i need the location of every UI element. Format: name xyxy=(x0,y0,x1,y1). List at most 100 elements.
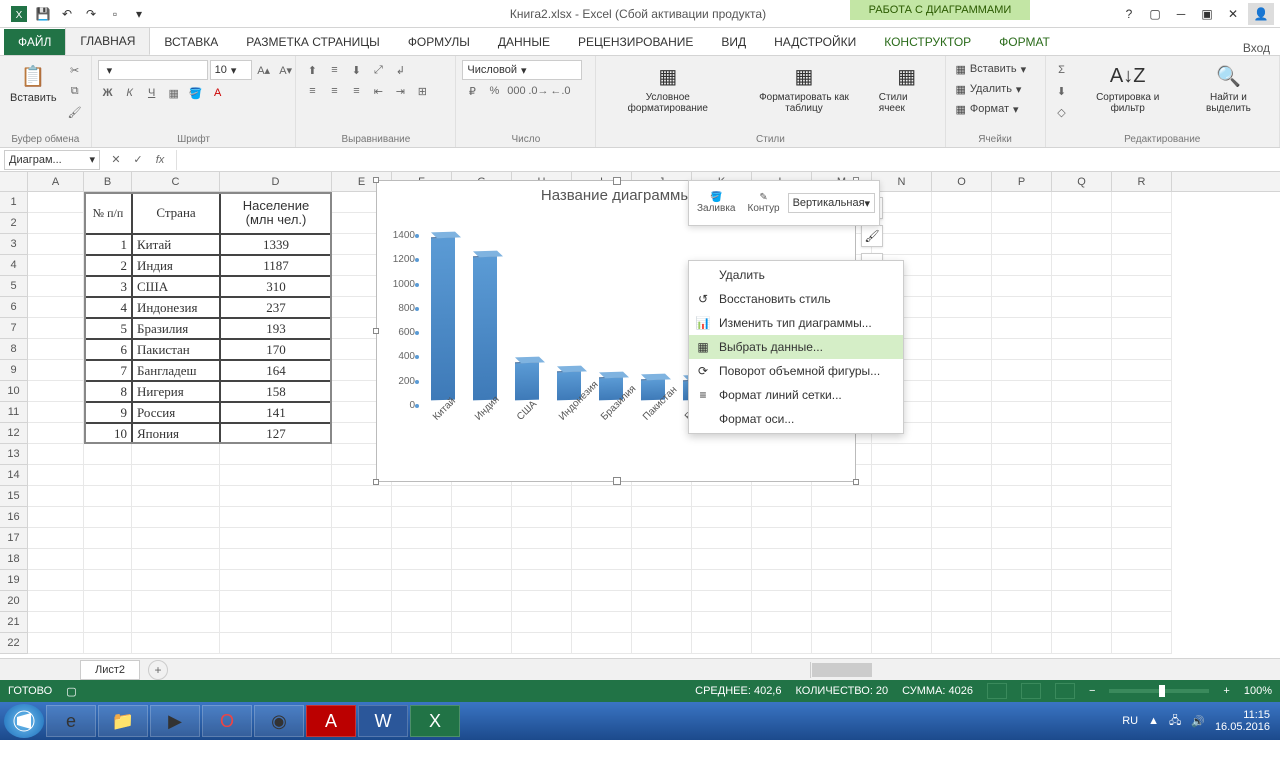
row-header-14[interactable]: 14 xyxy=(0,465,27,486)
tray-lang[interactable]: RU xyxy=(1122,715,1138,727)
tab-data[interactable]: ДАННЫЕ xyxy=(484,29,564,55)
qat-dropdown-icon[interactable]: ▾ xyxy=(128,3,150,25)
increase-font-icon[interactable]: A▴ xyxy=(254,60,274,80)
row-header-16[interactable]: 16 xyxy=(0,507,27,528)
fill-icon[interactable]: ⬇ xyxy=(1052,81,1072,101)
table-pop-4[interactable]: 193 xyxy=(220,318,332,339)
row-header-12[interactable]: 12 xyxy=(0,423,27,444)
table-country-7[interactable]: Нигерия xyxy=(132,381,220,402)
align-left-icon[interactable]: ≡ xyxy=(302,81,322,101)
ctx-format-gridlines[interactable]: ≡Формат линий сетки... xyxy=(689,383,903,407)
col-header-R[interactable]: R xyxy=(1112,172,1172,191)
table-pop-8[interactable]: 141 xyxy=(220,402,332,423)
table-country-0[interactable]: Китай xyxy=(132,234,220,255)
insert-cells-button[interactable]: ▦ Вставить ▾ xyxy=(952,60,1031,78)
taskbar-word[interactable]: W xyxy=(358,705,408,737)
start-button[interactable] xyxy=(4,704,44,738)
table-num-5[interactable]: 6 xyxy=(84,339,132,360)
chart-styles-button[interactable]: 🖌 xyxy=(861,225,883,247)
table-pop-1[interactable]: 1187 xyxy=(220,255,332,276)
close-icon[interactable]: ✕ xyxy=(1222,3,1244,25)
col-header-A[interactable]: A xyxy=(28,172,84,191)
italic-button[interactable]: К xyxy=(120,83,140,103)
delete-cells-button[interactable]: ▦ Удалить ▾ xyxy=(952,80,1026,98)
row-header-8[interactable]: 8 xyxy=(0,339,27,360)
table-pop-2[interactable]: 310 xyxy=(220,276,332,297)
new-icon[interactable]: ▫ xyxy=(104,3,126,25)
sheet-tab-active[interactable]: Лист2 xyxy=(80,660,140,680)
table-header-country[interactable]: Страна xyxy=(132,192,220,234)
tray-sound-icon[interactable]: 🔊 xyxy=(1191,715,1205,728)
table-country-5[interactable]: Пакистан xyxy=(132,339,220,360)
paste-button[interactable]: 📋 Вставить xyxy=(6,60,61,106)
border-icon[interactable]: ▦ xyxy=(164,83,184,103)
row-header-3[interactable]: 3 xyxy=(0,234,27,255)
taskbar-opera[interactable]: O xyxy=(202,705,252,737)
view-normal-icon[interactable] xyxy=(987,683,1007,699)
align-top-icon[interactable]: ⬆ xyxy=(302,60,322,80)
row-header-13[interactable]: 13 xyxy=(0,444,27,465)
minimize-icon[interactable]: ─ xyxy=(1170,3,1192,25)
maximize-icon[interactable]: ▣ xyxy=(1196,3,1218,25)
ctx-format-axis[interactable]: Формат оси... xyxy=(689,407,903,431)
table-pop-9[interactable]: 127 xyxy=(220,423,332,444)
font-size-select[interactable]: 10 ▾ xyxy=(210,60,252,80)
format-as-table-button[interactable]: ▦Форматировать как таблицу xyxy=(737,60,871,116)
ctx-3d-rotation[interactable]: ⟳Поворот объемной фигуры... xyxy=(689,359,903,383)
help-icon[interactable]: ? xyxy=(1118,3,1140,25)
worksheet[interactable]: ABCDEFGHIJKLMNOPQR 123456789101112131415… xyxy=(0,172,1280,658)
table-num-7[interactable]: 8 xyxy=(84,381,132,402)
row-header-22[interactable]: 22 xyxy=(0,633,27,654)
tab-page-layout[interactable]: РАЗМЕТКА СТРАНИЦЫ xyxy=(232,29,394,55)
format-painter-icon[interactable]: 🖌 xyxy=(65,102,85,122)
row-header-5[interactable]: 5 xyxy=(0,276,27,297)
align-middle-icon[interactable]: ≡ xyxy=(324,60,344,80)
row-header-1[interactable]: 1 xyxy=(0,192,27,213)
col-header-B[interactable]: B xyxy=(84,172,132,191)
formula-input[interactable] xyxy=(176,150,1280,170)
orientation-icon[interactable]: ⤢ xyxy=(368,60,388,80)
taskbar-explorer[interactable]: 📁 xyxy=(98,705,148,737)
zoom-level[interactable]: 100% xyxy=(1244,685,1272,697)
tray-network-icon[interactable]: 🖧 xyxy=(1169,712,1181,731)
ctx-reset-style[interactable]: ↺Восстановить стиль xyxy=(689,287,903,311)
tab-review[interactable]: РЕЦЕНЗИРОВАНИЕ xyxy=(564,29,707,55)
decrease-decimal-icon[interactable]: ←.0 xyxy=(550,81,570,101)
table-country-3[interactable]: Индонезия xyxy=(132,297,220,318)
row-header-17[interactable]: 17 xyxy=(0,528,27,549)
taskbar-ie[interactable]: e xyxy=(46,705,96,737)
col-header-N[interactable]: N xyxy=(872,172,932,191)
macro-record-icon[interactable]: ▢ xyxy=(66,685,76,698)
align-center-icon[interactable]: ≡ xyxy=(324,81,344,101)
undo-icon[interactable]: ↶ xyxy=(56,3,78,25)
taskbar-chrome[interactable]: ◉ xyxy=(254,705,304,737)
zoom-out-button[interactable]: − xyxy=(1089,685,1095,697)
tab-chart-design[interactable]: КОНСТРУКТОР xyxy=(870,29,985,55)
table-pop-0[interactable]: 1339 xyxy=(220,234,332,255)
row-header-7[interactable]: 7 xyxy=(0,318,27,339)
copy-icon[interactable]: ⧉ xyxy=(65,81,85,101)
decrease-indent-icon[interactable]: ⇤ xyxy=(368,81,388,101)
name-box[interactable]: Диаграм...▾ xyxy=(4,150,100,170)
add-sheet-button[interactable]: + xyxy=(148,660,168,680)
row-header-9[interactable]: 9 xyxy=(0,360,27,381)
underline-button[interactable]: Ч xyxy=(142,83,162,103)
excel-icon[interactable]: X xyxy=(8,3,30,25)
row-header-2[interactable]: 2 xyxy=(0,213,27,234)
increase-indent-icon[interactable]: ⇥ xyxy=(390,81,410,101)
table-num-2[interactable]: 3 xyxy=(84,276,132,297)
ctx-delete[interactable]: Удалить xyxy=(689,263,903,287)
mini-outline-button[interactable]: ✎Контур xyxy=(744,190,784,216)
bar-1[interactable] xyxy=(473,255,497,400)
table-pop-6[interactable]: 164 xyxy=(220,360,332,381)
wrap-text-icon[interactable]: ↲ xyxy=(390,60,410,80)
col-header-O[interactable]: O xyxy=(932,172,992,191)
save-icon[interactable]: 💾 xyxy=(32,3,54,25)
table-country-1[interactable]: Индия xyxy=(132,255,220,276)
enter-formula-icon[interactable]: ✓ xyxy=(128,150,148,170)
tab-home[interactable]: ГЛАВНАЯ xyxy=(65,27,150,55)
decrease-font-icon[interactable]: A▾ xyxy=(276,60,296,80)
currency-icon[interactable]: ₽ xyxy=(462,81,482,101)
col-header-P[interactable]: P xyxy=(992,172,1052,191)
row-header-18[interactable]: 18 xyxy=(0,549,27,570)
